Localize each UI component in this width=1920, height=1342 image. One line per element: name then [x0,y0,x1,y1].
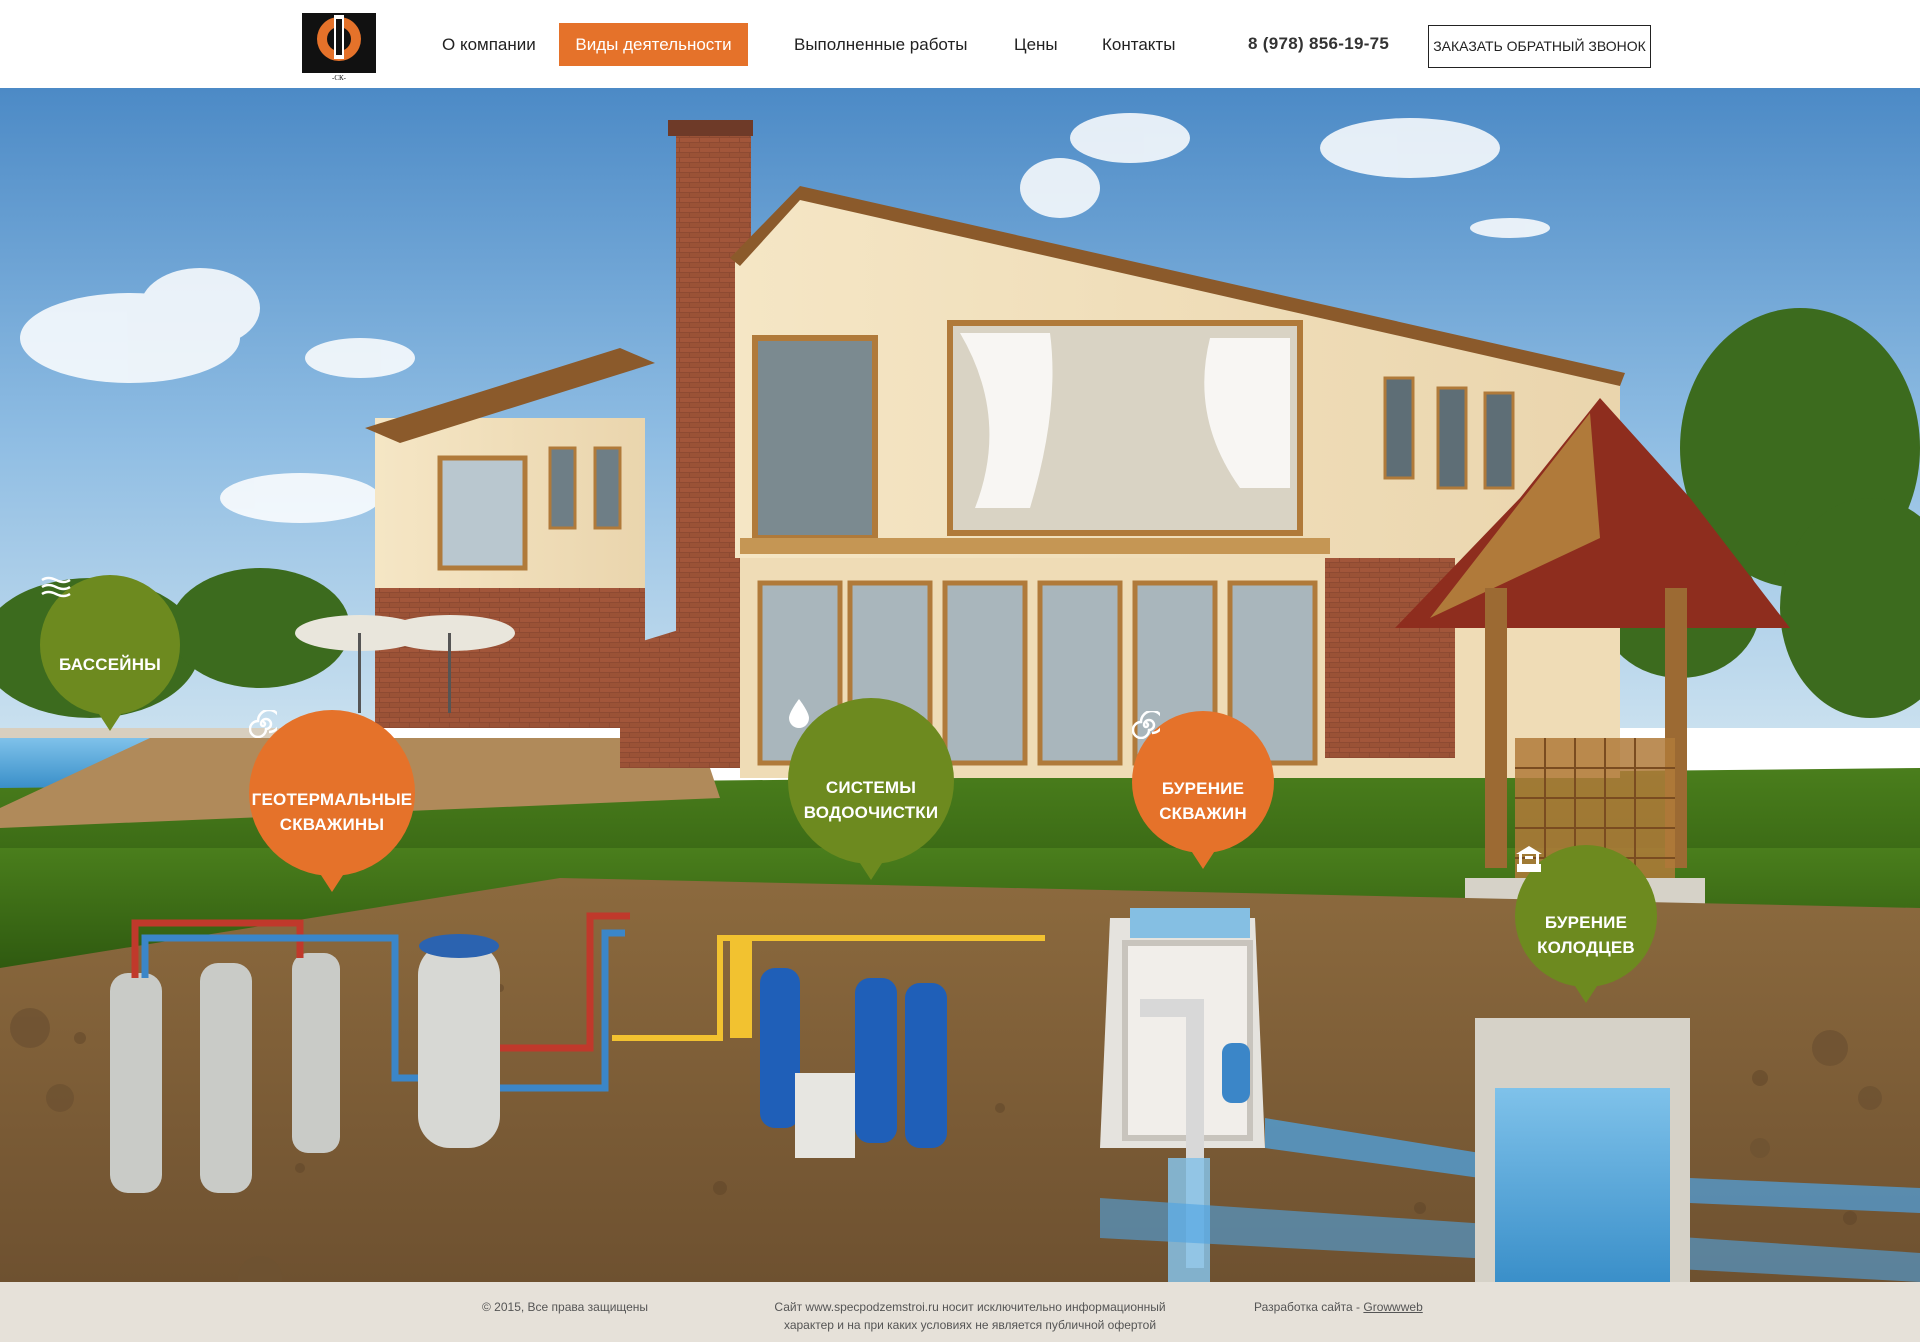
droplet-icon [789,699,887,767]
bubble-well-digging[interactable]: Бурение колодцев [1515,845,1657,1003]
copyright: © 2015, Все права защищены [482,1300,649,1314]
nav-activities[interactable]: Виды деятельности [559,23,748,66]
bubble-label: Системы водоочистки [803,778,939,822]
nav-contacts[interactable]: Контакты [1102,30,1175,60]
company-logo[interactable]: -СК- [300,5,378,82]
phone-number[interactable]: 8 (978) 856-19-75 [1248,34,1389,54]
disclaimer: Сайт www.specpodzemstroi.ru носит исключ… [774,1300,1166,1332]
waves-icon [41,576,126,644]
bubble-geothermal[interactable]: Геотермальные скважины [249,710,415,892]
bubble-water-treatment[interactable]: Системы водоочистки [788,698,954,880]
site-header: -СК- О компании Виды деятельности Выполн… [0,0,1920,88]
bubble-label: Бассейны [58,654,162,674]
nav-about[interactable]: О компании [442,30,536,60]
site-footer: © 2015, Все права защищены Сайт www.spec… [0,1282,1920,1342]
bubble-label: Бурение колодцев [1537,913,1635,957]
developer-link[interactable]: Growwweb [1363,1300,1422,1314]
well-icon [1516,846,1602,902]
callback-button[interactable]: Заказать обратный звонок [1428,25,1651,68]
spiral-icon [249,710,348,779]
spiral-icon [1132,711,1219,768]
nav-prices[interactable]: Цены [1014,30,1058,60]
nav-works[interactable]: Выполненные работы [794,30,968,60]
bubble-label: Бурение скважин [1159,779,1247,823]
hero-illustration: Бассейны Геотермальные скважины Системы во… [0,88,1920,1282]
svg-text:-СК-: -СК- [332,74,347,81]
developer-credit: Разработка сайта - Growwweb [1254,1300,1423,1314]
bubble-well-drilling[interactable]: Бурение скважин [1132,711,1274,869]
bubble-pools[interactable]: Бассейны [40,575,180,731]
bubble-label: Геотермальные скважины [251,790,413,834]
